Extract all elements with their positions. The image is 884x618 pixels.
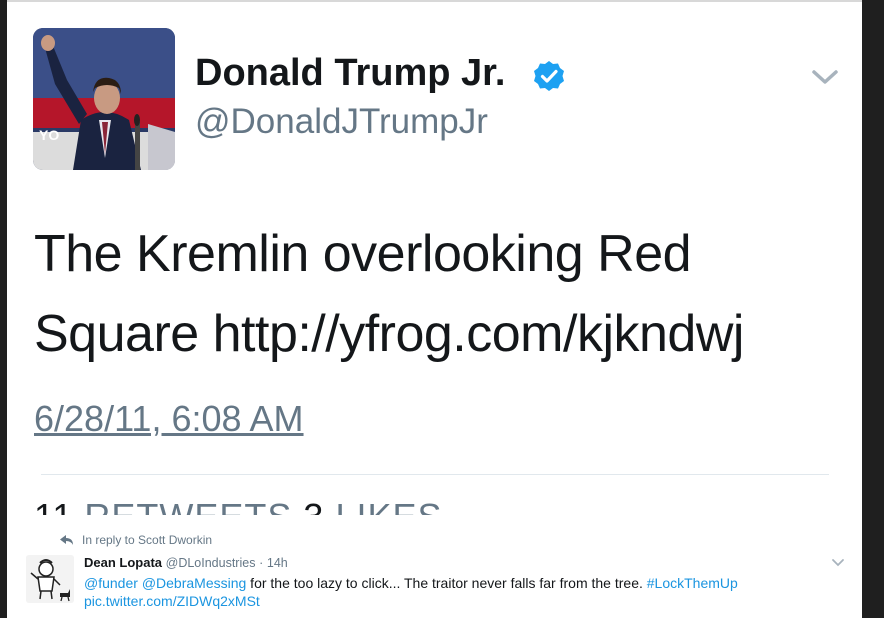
reply-arrow-icon — [60, 535, 73, 545]
mention-debramessing[interactable]: @DebraMessing — [142, 575, 246, 591]
tweet-stats: 11 RETWEETS 3 LIKES — [34, 496, 443, 515]
chevron-down-icon[interactable] — [831, 558, 845, 568]
reply-text: @funder @DebraMessing for the too lazy t… — [84, 574, 738, 610]
tweet-text-line-1: The Kremlin overlooking Red — [34, 225, 692, 283]
hashtag-lockthemup[interactable]: #LockThemUp — [647, 575, 738, 591]
verified-badge-icon — [534, 61, 564, 91]
right-frame — [862, 0, 884, 618]
reply-tweet: In reply to Scott Dworkin Dean Lopata @D… — [7, 515, 862, 618]
retweet-label[interactable]: RETWEETS — [84, 496, 292, 515]
like-label[interactable]: LIKES — [335, 496, 442, 515]
reply-author-name[interactable]: Dean Lopata — [84, 555, 162, 570]
reply-avatar[interactable] — [26, 555, 74, 603]
reply-header: Dean Lopata @DLoIndustries · 14h — [84, 555, 288, 570]
tweet-text-line-2[interactable]: Square http://yfrog.com/kjkndwj — [34, 294, 834, 374]
tweet-timestamp[interactable]: 6/28/11, 6:08 AM — [34, 398, 304, 440]
reply-context[interactable]: In reply to Scott Dworkin — [82, 533, 212, 547]
tweet-text: The Kremlin overlooking Red Square http:… — [34, 214, 834, 374]
screenshot: YO Donald Trump Jr. @DonaldJTrumpJr The … — [0, 0, 884, 618]
retweet-count[interactable]: 11 — [34, 496, 73, 515]
reply-author-handle[interactable]: @DLoIndustries — [166, 556, 256, 570]
reply-timestamp[interactable]: 14h — [267, 556, 288, 570]
avatar-image: YO — [33, 28, 175, 170]
main-tweet: YO Donald Trump Jr. @DonaldJTrumpJr The … — [7, 2, 862, 515]
author-avatar[interactable]: YO — [33, 28, 175, 170]
chevron-down-icon[interactable] — [810, 66, 840, 88]
avatar-backdrop-text: YO — [39, 127, 59, 143]
author-handle[interactable]: @DonaldJTrumpJr — [195, 102, 488, 142]
divider — [41, 474, 829, 475]
reply-body-text: for the too lazy to click... The traitor… — [246, 575, 647, 591]
reply-text-line-1: @funder @DebraMessing for the too lazy t… — [84, 574, 738, 592]
pic-link[interactable]: pic.twitter.com/ZIDWq2xMSt — [84, 592, 738, 610]
separator-dot: · — [259, 556, 264, 570]
mention-funder[interactable]: @funder — [84, 575, 138, 591]
display-name[interactable]: Donald Trump Jr. — [195, 52, 505, 95]
left-frame — [0, 0, 7, 618]
reply-avatar-image — [26, 555, 74, 603]
like-count[interactable]: 3 — [303, 496, 324, 515]
